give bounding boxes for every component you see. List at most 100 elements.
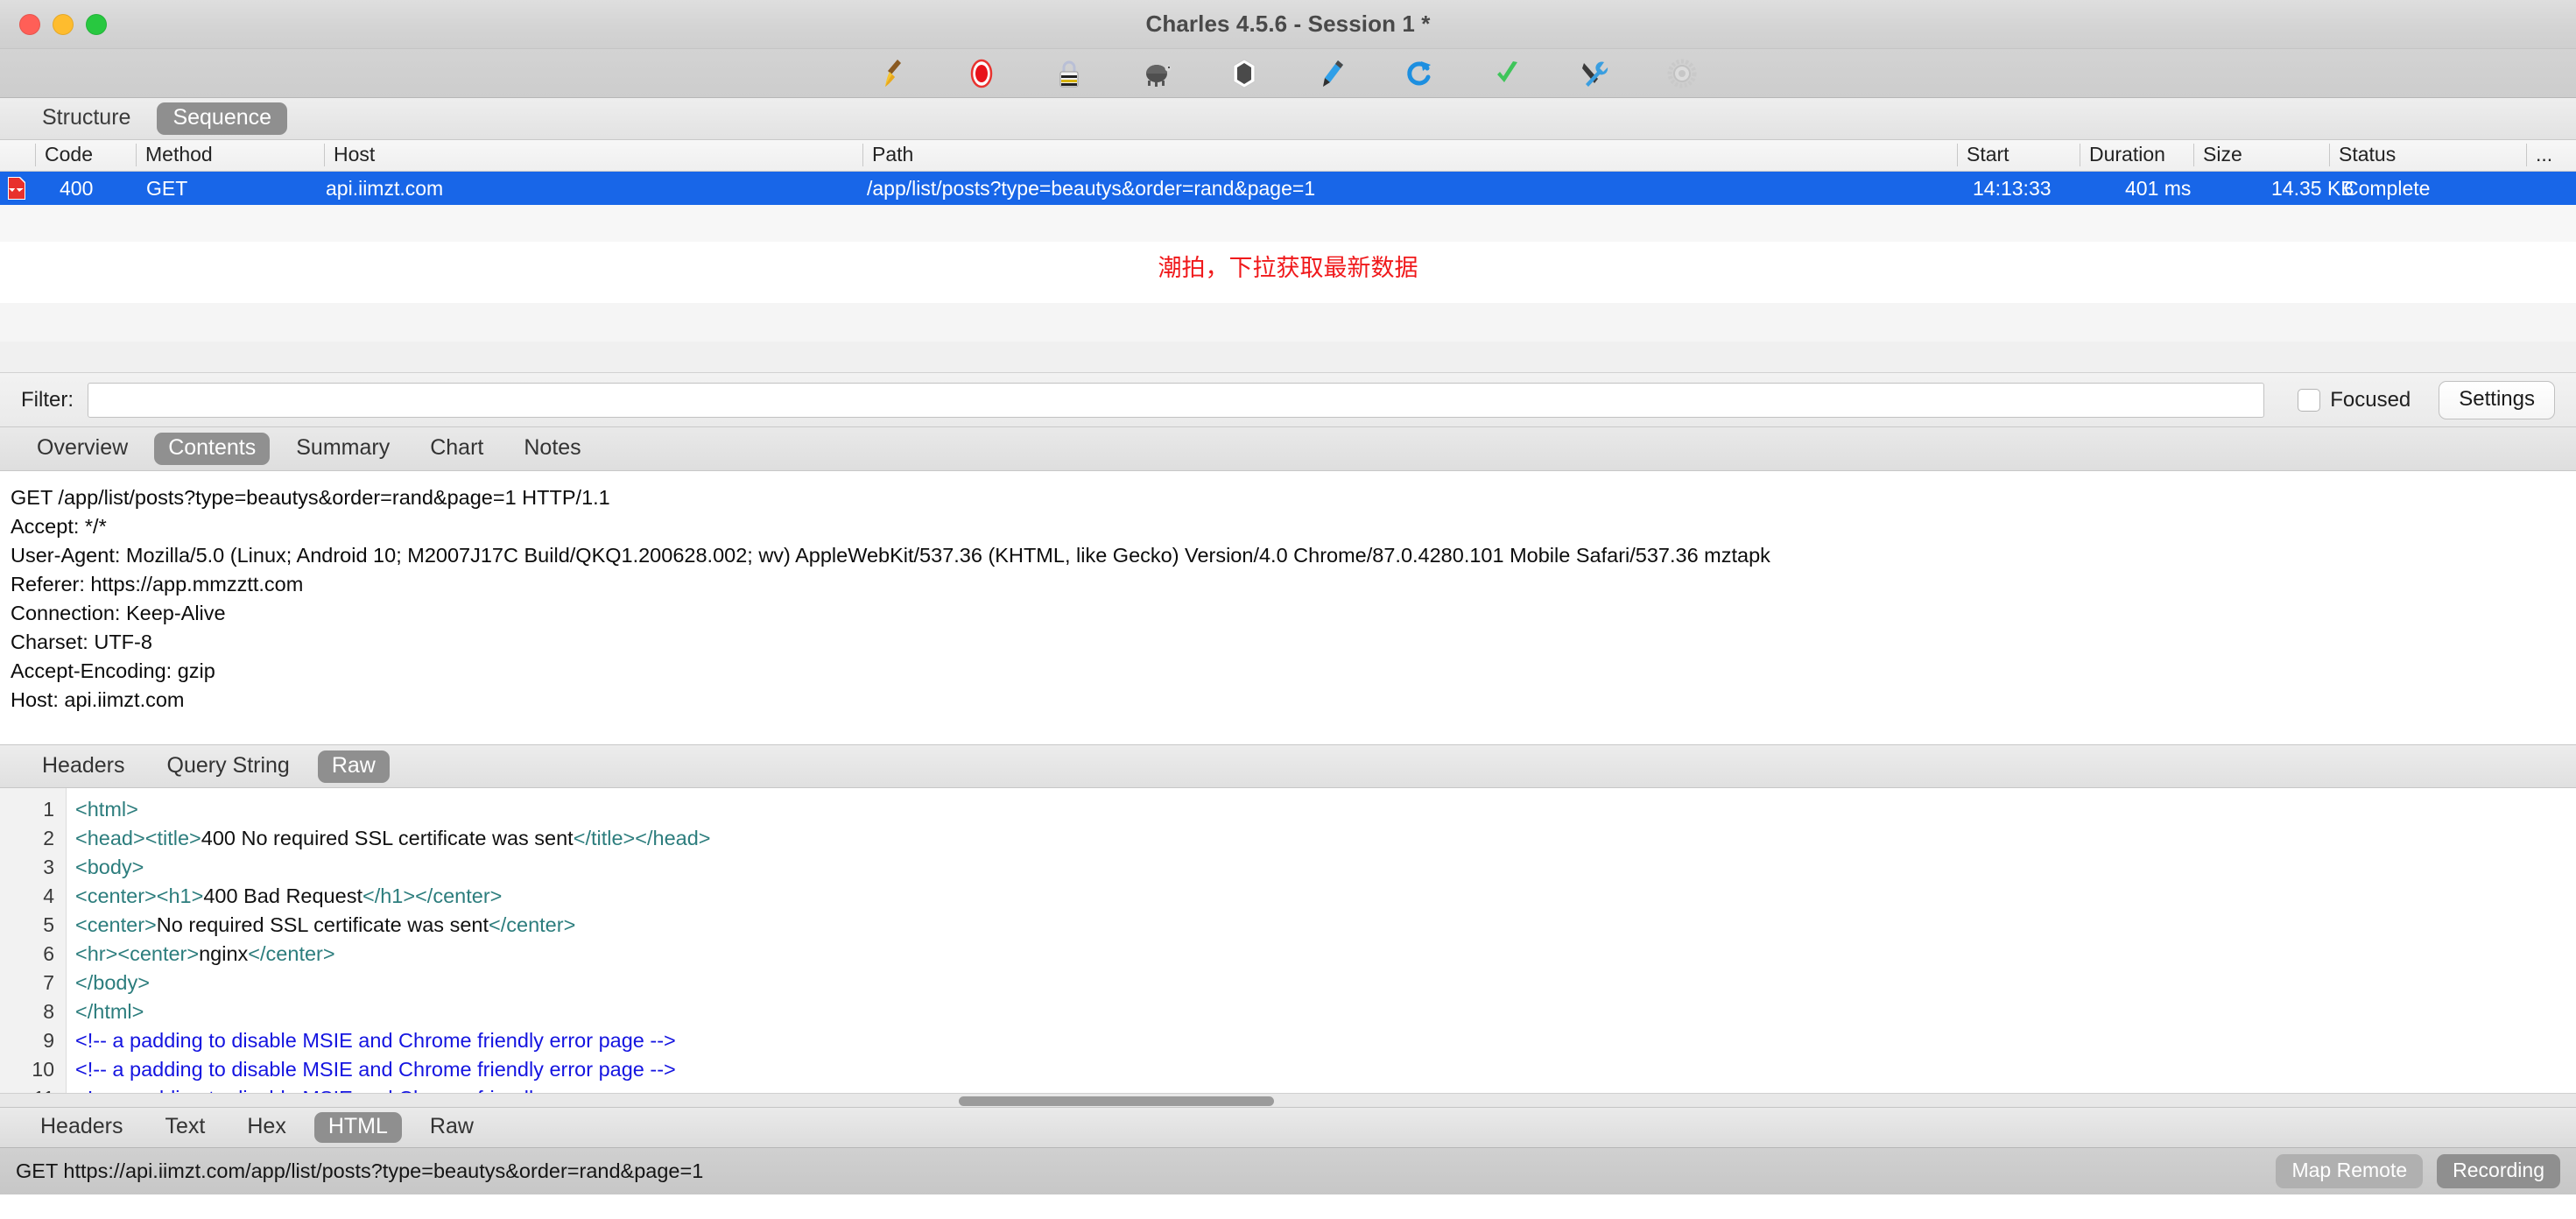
record-icon[interactable] <box>961 54 1002 93</box>
column-header-size[interactable]: Size <box>2193 144 2242 166</box>
clear-broom-icon[interactable] <box>874 54 914 93</box>
map-remote-button[interactable]: Map Remote <box>2276 1154 2424 1188</box>
column-header-duration[interactable]: Duration <box>2080 144 2165 166</box>
line-number: 5 <box>43 913 54 936</box>
header-host: Host: api.iimzt.com <box>11 688 185 711</box>
column-header-method[interactable]: Method <box>136 144 213 166</box>
error-document-icon <box>8 177 25 200</box>
throttle-turtle-icon[interactable] <box>1137 54 1177 93</box>
request-raw-text[interactable]: GET /app/list/posts?type=beautys&order=r… <box>0 471 2576 744</box>
column-header-status[interactable]: Status <box>2329 144 2396 166</box>
cell-size: 14.35 KB <box>2271 177 2354 200</box>
tab-chart[interactable]: Chart <box>416 433 497 465</box>
code-line: 10 <!-- a padding to disable MSIE and Chr… <box>0 1055 2576 1084</box>
code-line: 3 <body> <box>0 853 2576 882</box>
code-text: <center><h1>400 Bad Request</h1></center… <box>75 884 503 907</box>
cell-method: GET <box>146 177 188 200</box>
header-referer: Referer: https://app.mmzztt.com <box>11 573 304 595</box>
tab-overview[interactable]: Overview <box>23 433 142 465</box>
tab-summary[interactable]: Summary <box>282 433 404 465</box>
preview-message: 潮拍，下拉获取最新数据 <box>1158 255 1418 282</box>
code-text: <!-- a padding to disable MSIE and Chrom… <box>75 1029 676 1052</box>
code-text: <head><title>400 No required SSL certifi… <box>75 827 711 849</box>
response-preview-pane: 潮拍，下拉获取最新数据 <box>0 205 2576 342</box>
code-lines: 1 <html> 2 <head><title>400 No required SSL… <box>0 795 2576 1107</box>
main-toolbar <box>0 49 2576 98</box>
header-user-agent: User-Agent: Mozilla/5.0 (Linux; Android … <box>11 544 1770 567</box>
line-number: 9 <box>43 1029 54 1052</box>
filter-bar: Filter: Focused Settings <box>0 373 2576 427</box>
breakpoint-icon[interactable] <box>1224 54 1264 93</box>
settings-button[interactable]: Settings <box>2439 380 2555 419</box>
line-number: 6 <box>43 942 54 965</box>
line-number: 1 <box>43 798 54 821</box>
line-number: 10 <box>32 1058 54 1081</box>
cell-host: api.iimzt.com <box>326 177 444 200</box>
tab-sequence[interactable]: Sequence <box>157 102 288 135</box>
cell-start: 14:13:33 <box>1973 177 2052 200</box>
scrollbar-thumb[interactable] <box>959 1096 1274 1106</box>
code-line: 7 </body> <box>0 969 2576 997</box>
focused-checkbox[interactable] <box>2298 388 2321 412</box>
tab-response-headers[interactable]: Headers <box>26 1112 137 1143</box>
tab-notes[interactable]: Notes <box>510 433 595 465</box>
response-html-source[interactable]: 1 <html> 2 <head><title>400 No required SSL… <box>0 788 2576 1107</box>
detail-tab-bar: Overview Contents Summary Chart Notes <box>0 427 2576 471</box>
code-line: 5 <center>No required SSL certificate was… <box>0 911 2576 940</box>
tab-response-hex[interactable]: Hex <box>233 1112 299 1143</box>
cell-code: 400 <box>60 177 94 200</box>
window-titlebar: Charles 4.5.6 - Session 1 * <box>0 0 2576 49</box>
line-number: 4 <box>43 884 54 907</box>
code-text: <body> <box>75 856 144 878</box>
line-number: 8 <box>43 1000 54 1023</box>
code-text: <!-- a padding to disable MSIE and Chrom… <box>75 1058 676 1081</box>
cell-status: Complete <box>2344 177 2431 200</box>
request-sub-tab-bar: Headers Query String Raw <box>0 744 2576 788</box>
column-header-code[interactable]: Code <box>35 144 93 166</box>
settings-gear-icon[interactable] <box>1662 54 1702 93</box>
header-connection: Connection: Keep-Alive <box>11 602 226 624</box>
filter-input[interactable] <box>88 382 2265 418</box>
tab-response-html[interactable]: HTML <box>313 1112 402 1143</box>
tab-request-query-string[interactable]: Query String <box>153 750 304 783</box>
code-line: 9 <!-- a padding to disable MSIE and Chro… <box>0 1026 2576 1055</box>
recording-button[interactable]: Recording <box>2437 1154 2560 1188</box>
preview-bottom-strip <box>0 303 2576 342</box>
header-charset: Charset: UTF-8 <box>11 631 152 653</box>
view-tab-bar: Structure Sequence <box>0 98 2576 140</box>
code-line: 6 <hr><center>nginx</center> <box>0 940 2576 969</box>
code-line: 4 <center><h1>400 Bad Request</h1></cente… <box>0 882 2576 911</box>
tab-request-headers[interactable]: Headers <box>28 750 139 783</box>
repeat-refresh-icon[interactable] <box>1399 54 1439 93</box>
column-header-start[interactable]: Start <box>1957 144 2009 166</box>
validate-check-icon[interactable] <box>1487 54 1527 93</box>
code-text: <html> <box>75 798 138 821</box>
filter-label: Filter: <box>21 387 74 412</box>
cell-duration: 401 ms <box>2125 177 2192 200</box>
header-accept-encoding: Accept-Encoding: gzip <box>11 659 215 682</box>
code-text: </html> <box>75 1000 144 1023</box>
column-header-host[interactable]: Host <box>324 144 375 166</box>
tab-response-raw[interactable]: Raw <box>416 1112 488 1143</box>
code-line: 2 <head><title>400 No required SSL certif… <box>0 824 2576 853</box>
code-text: <hr><center>nginx</center> <box>75 942 335 965</box>
column-header-path[interactable]: Path <box>862 144 913 166</box>
ssl-proxy-lock-icon[interactable] <box>1049 54 1089 93</box>
tab-structure[interactable]: Structure <box>26 102 146 135</box>
table-row[interactable]: 400 GET api.iimzt.com /app/list/posts?ty… <box>0 172 2576 205</box>
tab-contents[interactable]: Contents <box>154 433 271 465</box>
tab-response-text[interactable]: Text <box>151 1112 220 1143</box>
line-number: 2 <box>43 827 54 849</box>
tab-request-raw[interactable]: Raw <box>317 750 390 783</box>
focused-checkbox-group[interactable]: Focused <box>2298 388 2411 412</box>
column-header-overflow[interactable]: ... <box>2526 144 2552 166</box>
tools-icon[interactable] <box>1574 54 1615 93</box>
compose-pen-icon[interactable] <box>1312 54 1352 93</box>
line-number: 7 <box>43 971 54 994</box>
window-title: Charles 4.5.6 - Session 1 * <box>1145 11 1431 37</box>
focused-label: Focused <box>2330 387 2411 412</box>
horizontal-scrollbar[interactable] <box>0 1093 2576 1107</box>
response-tab-bar: Headers Text Hex HTML Raw <box>0 1107 2576 1147</box>
code-text: </body> <box>75 971 150 994</box>
pane-divider[interactable] <box>0 342 2576 373</box>
